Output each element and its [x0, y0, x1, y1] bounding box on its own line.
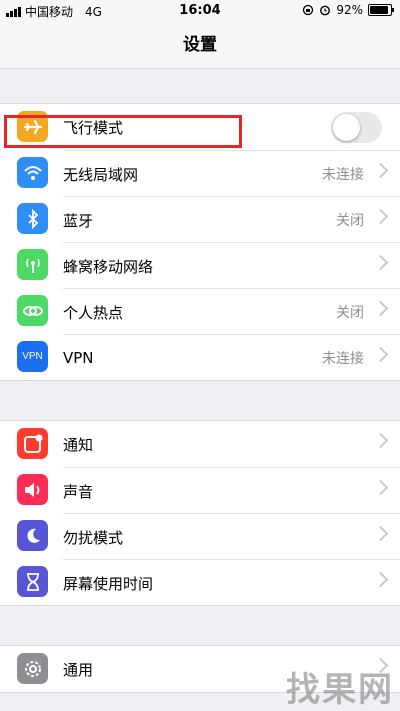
row-content: 个人热点 关闭	[63, 288, 400, 335]
antenna-icon	[17, 249, 48, 280]
settings-row-screentime[interactable]: 屏幕使用时间	[0, 559, 400, 605]
navigation-bar: 设置	[0, 22, 400, 69]
row-value: 未连接	[322, 167, 364, 183]
gear-icon	[17, 653, 48, 684]
row-label: 个人热点	[63, 303, 124, 322]
chevron-right-icon	[372, 162, 389, 179]
row-label: 声音	[63, 482, 94, 501]
row-label: VPN	[63, 349, 94, 367]
settings-row-vpn[interactable]: VPN VPN 未连接	[0, 334, 400, 380]
row-content: 蓝牙 关闭	[63, 196, 400, 243]
row-label: 无线局域网	[63, 165, 139, 184]
row-content: 通知	[63, 421, 400, 467]
row-content: 蜂窝移动网络	[63, 242, 400, 289]
row-label: 通知	[63, 435, 94, 454]
chevron-right-icon	[372, 346, 389, 363]
link-icon	[17, 295, 48, 326]
row-content: VPN 未连接	[63, 334, 400, 381]
bluetooth-icon	[17, 203, 48, 234]
page-title: 设置	[183, 35, 217, 55]
chevron-right-icon	[372, 571, 389, 588]
settings-row-hotspot[interactable]: 个人热点 关闭	[0, 288, 400, 334]
row-value: 未连接	[322, 351, 364, 367]
row-label: 屏幕使用时间	[63, 574, 154, 593]
highlight-box	[4, 115, 242, 148]
row-label: 蓝牙	[63, 211, 94, 230]
settings-row-bluetooth[interactable]: 蓝牙 关闭	[0, 196, 400, 242]
row-value: 关闭	[336, 213, 364, 229]
notification-icon	[17, 428, 48, 459]
settings-row-wifi[interactable]: 无线局域网 未连接	[0, 150, 400, 196]
speaker-icon	[17, 474, 48, 505]
row-label: 勿扰模式	[63, 528, 124, 547]
row-label: 通用	[63, 660, 94, 679]
battery-icon	[368, 4, 394, 16]
row-content: 声音	[63, 467, 400, 514]
chevron-right-icon	[372, 254, 389, 271]
orientation-lock-icon	[303, 4, 314, 16]
watermark: 找果网	[286, 670, 394, 710]
settings-row-cellular[interactable]: 蜂窝移动网络	[0, 242, 400, 288]
row-content: 无线局域网 未连接	[63, 150, 400, 197]
settings-row-dnd[interactable]: 勿扰模式	[0, 513, 400, 559]
status-bar: 中国移动 4G 16:04 92%	[0, 0, 400, 22]
moon-icon	[17, 520, 48, 551]
wifi-icon	[17, 157, 48, 188]
battery-percent: 92%	[336, 3, 363, 17]
chevron-right-icon	[372, 300, 389, 317]
settings-row-sounds[interactable]: 声音	[0, 467, 400, 513]
row-content: 勿扰模式	[63, 513, 400, 560]
chevron-right-icon	[372, 432, 389, 449]
alarm-icon	[320, 5, 331, 16]
chevron-right-icon	[372, 208, 389, 225]
chevron-right-icon	[372, 525, 389, 542]
vpn-icon: VPN	[17, 341, 48, 372]
status-bar-right: 92%	[302, 3, 394, 17]
row-value: 关闭	[336, 305, 364, 321]
row-content: 屏幕使用时间	[63, 559, 400, 606]
hourglass-icon	[17, 566, 48, 597]
chevron-right-icon	[372, 479, 389, 496]
row-label: 蜂窝移动网络	[63, 257, 154, 276]
settings-row-notifications[interactable]: 通知	[0, 421, 400, 467]
airplane-mode-toggle[interactable]	[331, 112, 382, 143]
settings-group-notifications: 通知声音勿扰模式屏幕使用时间	[0, 420, 400, 606]
toggle-knob	[333, 114, 360, 141]
